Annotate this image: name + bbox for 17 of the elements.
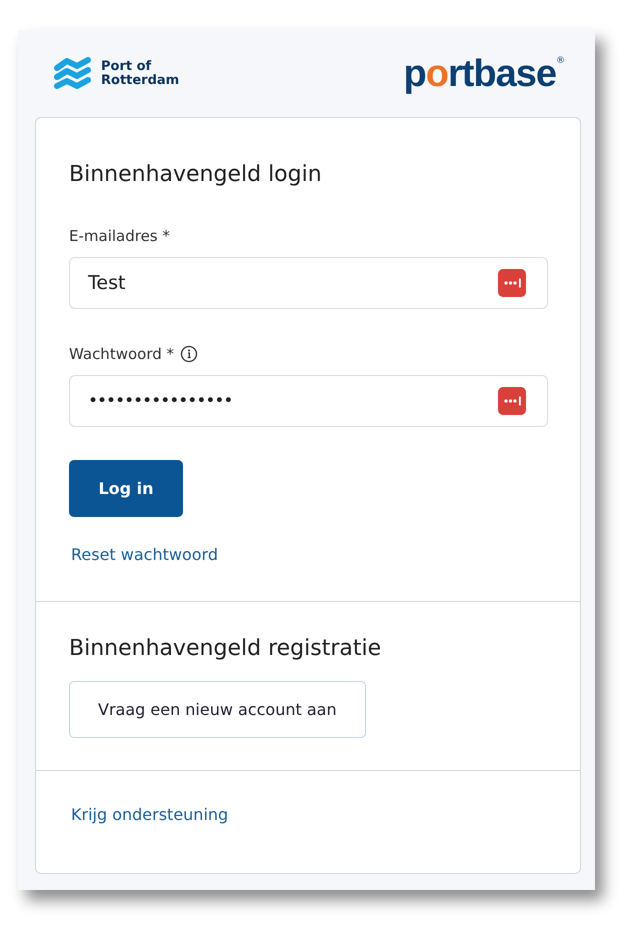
- support-link[interactable]: Krijg ondersteuning: [71, 805, 228, 824]
- password-manager-icon[interactable]: [498, 387, 526, 415]
- password-manager-icon[interactable]: [498, 269, 526, 297]
- logo-text: Rotterdam: [101, 74, 180, 88]
- registered-mark: ®: [556, 56, 565, 66]
- password-field[interactable]: ••••••••••••••••: [69, 375, 548, 427]
- field-label: Wachtwoord *: [69, 345, 174, 363]
- info-icon[interactable]: [180, 345, 198, 363]
- logo-text: Port of: [101, 60, 152, 74]
- logo-wordmark: portbase: [404, 52, 556, 96]
- request-account-button[interactable]: Vraag een nieuw account aan: [69, 681, 366, 738]
- reset-password-link[interactable]: Reset wachtwoord: [71, 545, 218, 564]
- email-field[interactable]: Test: [69, 257, 548, 309]
- section-title: Binnenhavengeld registratie: [69, 636, 382, 661]
- field-label: E-mailadres *: [69, 227, 170, 245]
- section-title: Binnenhavengeld login: [69, 162, 322, 187]
- login-button[interactable]: Log in: [69, 460, 183, 517]
